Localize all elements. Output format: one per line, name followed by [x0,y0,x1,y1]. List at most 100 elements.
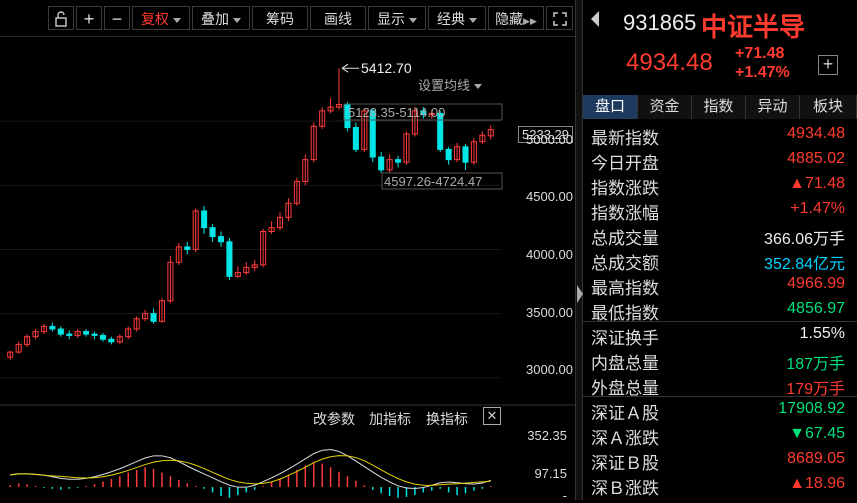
chevron-down-icon [233,17,241,23]
range-label-2: 4597.26-4724.47 [384,174,482,189]
stat-row: 深Ａ涨跌 ▼67.45 [583,422,857,448]
y-tick-3000: 3000.00 [526,362,573,377]
stat-value: 4934.48 [787,125,845,142]
candle-body [83,331,90,335]
stat-row: 最新指数 4934.48 [583,122,857,148]
jingdian-dropdown[interactable]: 经典 [428,6,486,30]
zoom-in-button[interactable]: + [76,6,102,30]
tab-pankou[interactable]: 盘口 [583,95,638,119]
zoom-out-button[interactable]: − [104,6,130,30]
stat-value: +1.47% [790,200,845,217]
chouma-button[interactable]: 筹码 [252,6,308,30]
stat-label: 总成交量 [591,229,659,248]
tab-zhishu[interactable]: 指数 [692,95,746,119]
double-chevron-right-icon: ▶▶ [523,16,537,26]
chevron-down-icon [173,17,181,23]
stat-row: 总成交额 352.84亿元 [583,247,857,273]
change-value: +71.48 [735,45,785,62]
candle-body [462,146,469,163]
stat-value: 8689.05 [787,450,845,467]
kline-chart-area[interactable]: 设置均线 5412.70 5128.35-5114.00 4597.26-4724.… [0,37,575,500]
stat-label: 深Ａ涨跌 [591,429,659,448]
stat-value: 366.06万手 [764,231,845,248]
stat-row: 指数涨跌 ▲71.48 [583,172,857,198]
tab-zijin[interactable]: 资金 [638,95,692,119]
candle-body [445,148,452,161]
stat-label: 内盘总量 [591,354,659,373]
chevron-down-icon [469,17,477,23]
yincang-button[interactable]: 隐藏▶▶ [488,6,544,30]
stat-row: 内盘总量 187万手 [583,347,857,373]
diejia-label: 叠加 [201,11,229,27]
macd-dif-line [10,448,491,490]
fullscreen-icon[interactable] [546,6,573,30]
stat-label: 指数涨幅 [591,204,659,223]
candle-body [99,334,106,340]
stat-label: 今日开盘 [591,154,659,173]
stat-value: 4966.99 [787,275,845,292]
tab-bankuai[interactable]: 板块 [800,95,857,119]
stat-label: 最高指数 [591,279,659,298]
close-icon[interactable]: ✕ [483,407,501,425]
sub-y-bot: - [562,488,567,503]
stat-row: 今日开盘 4885.02 [583,147,857,173]
stats-separator [583,321,857,322]
candle-body [201,210,208,229]
range-label: 5128.35-5114.00 [348,105,445,120]
index-change: +71.48 +1.47% [735,44,790,82]
xianshi-label: 显示 [377,11,405,27]
stat-label: 最新指数 [591,129,659,148]
prev-arrow-icon[interactable] [591,11,599,27]
candle-body [150,313,157,322]
stat-value: 352.84亿元 [764,256,845,273]
macd-dea-line [10,455,491,486]
stat-value: ▲71.48 [789,175,845,192]
stat-row: 外盘总量 179万手 [583,372,857,398]
candle-body [209,227,216,238]
sub-y-top: 352.35 [527,428,567,443]
huaxian-button[interactable]: 画线 [310,6,366,30]
y-tick-5000: 5000.00 [526,132,573,147]
stat-label: 深证Ｂ股 [591,454,659,473]
fuquan-dropdown[interactable]: 复权 [132,6,190,30]
stat-row: 总成交量 366.06万手 [583,222,857,248]
lock-icon[interactable] [48,6,74,30]
xianshi-dropdown[interactable]: 显示 [368,6,426,30]
stat-value: ▼67.45 [789,425,845,442]
y-tick-4000: 4000.00 [526,247,573,262]
high-label: 5412.70 [361,60,412,76]
stat-value: 17908.92 [778,400,845,417]
y-tick-3500: 3500.00 [526,305,573,320]
panel-divider[interactable] [575,0,583,500]
sub-y-mid: 97.15 [534,466,567,481]
stat-value: 1.55% [799,325,845,342]
diejia-dropdown[interactable]: 叠加 [192,6,250,30]
candle-body [57,328,64,335]
stat-row: 深证换手 1.55% [583,322,857,348]
huanzhibiao-button[interactable]: 换指标 [426,409,468,429]
chart-toolbar: + − 复权 叠加 筹码 画线 显示 经典 隐藏▶▶ [0,0,575,37]
stat-label: 深证换手 [591,329,659,348]
add-watchlist-button[interactable]: + [818,55,838,75]
yincang-label: 隐藏 [495,11,524,27]
stat-label: 指数涨跌 [591,179,659,198]
candle-body [184,246,191,250]
gaicanshu-button[interactable]: 改参数 [313,409,355,429]
candle-body [226,241,233,277]
stat-row: 最高指数 4966.99 [583,272,857,298]
stat-row: 最低指数 4856.97 [583,297,857,323]
index-code: 931865 [623,10,697,35]
candle-body [217,236,225,243]
jiazhibiao-button[interactable]: 加指标 [369,409,411,429]
stat-value: 4885.02 [787,150,845,167]
tab-yidong[interactable]: 异动 [746,95,800,119]
candle-body [49,325,56,330]
stat-value: 187万手 [786,356,845,373]
stat-row: 指数涨幅 +1.47% [583,197,857,223]
candle-body [91,333,98,336]
y-tick-4500: 4500.00 [526,189,573,204]
candle-body [378,156,385,171]
candle-body [395,159,402,163]
stat-value: ▲18.96 [789,475,845,492]
index-name: 中证半导 [701,12,806,42]
